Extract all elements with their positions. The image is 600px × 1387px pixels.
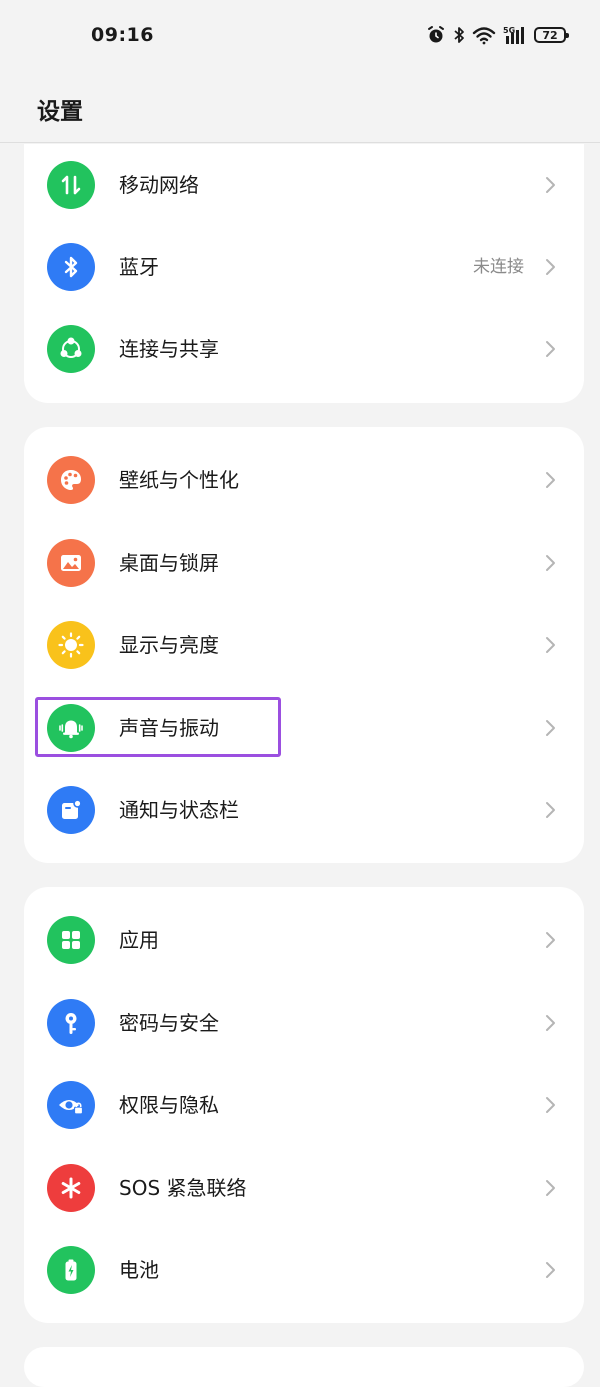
share-connect-icon xyxy=(47,325,95,373)
settings-item-label: 连接与共享 xyxy=(119,337,219,361)
settings-item-label: 电池 xyxy=(119,1258,159,1282)
cellular-signal-icon: 5G xyxy=(502,25,526,45)
palette-icon xyxy=(47,456,95,504)
settings-item-label: 显示与亮度 xyxy=(119,633,219,657)
settings-item-label: SOS 紧急联络 xyxy=(119,1176,247,1200)
settings-item-sos-contact[interactable]: SOS 紧急联络 xyxy=(24,1147,584,1229)
settings-group-more xyxy=(24,1347,584,1387)
settings-group-system: 应用 密码与安全 权限与隐私 SOS 紧急联络 电池 xyxy=(24,887,584,1323)
battery-indicator: 72 xyxy=(534,27,569,43)
chevron-right-icon xyxy=(546,720,555,736)
settings-item-wallpaper[interactable]: 壁纸与个性化 xyxy=(24,439,584,521)
mobile-data-icon xyxy=(47,161,95,209)
privacy-eye-icon xyxy=(47,1081,95,1129)
bluetooth-status-icon xyxy=(452,25,466,45)
chevron-right-icon xyxy=(546,341,555,357)
notification-icon xyxy=(47,786,95,834)
bluetooth-icon xyxy=(47,243,95,291)
battery-icon xyxy=(47,1246,95,1294)
highlight-annotation-box xyxy=(35,697,281,757)
sos-asterisk-icon xyxy=(47,1164,95,1212)
apps-grid-icon xyxy=(47,916,95,964)
settings-group-connectivity: 移动网络 蓝牙 未连接 连接与共享 xyxy=(24,144,584,403)
settings-item-connection-sharing[interactable]: 连接与共享 xyxy=(24,308,584,390)
chevron-right-icon xyxy=(546,932,555,948)
settings-item-label: 桌面与锁屏 xyxy=(119,551,219,575)
settings-item-label: 权限与隐私 xyxy=(119,1093,219,1117)
settings-item-mobile-network[interactable]: 移动网络 xyxy=(24,144,584,226)
settings-item-value: 未连接 xyxy=(473,257,524,277)
header: 设置 xyxy=(0,70,600,143)
settings-item-label: 蓝牙 xyxy=(119,255,159,279)
alarm-icon xyxy=(426,25,446,45)
chevron-right-icon xyxy=(546,259,555,275)
settings-item-label: 移动网络 xyxy=(119,173,199,197)
settings-group-personalization: 壁纸与个性化 桌面与锁屏 显示与亮度 声音与振动 通知与状态栏 xyxy=(24,427,584,863)
wifi-icon xyxy=(472,25,496,45)
chevron-right-icon xyxy=(546,1180,555,1196)
chevron-right-icon xyxy=(546,177,555,193)
page-title: 设置 xyxy=(37,99,83,125)
settings-item-password-security[interactable]: 密码与安全 xyxy=(24,982,584,1064)
chevron-right-icon xyxy=(546,637,555,653)
settings-item-notification-statusbar[interactable]: 通知与状态栏 xyxy=(24,769,584,851)
settings-item-label: 壁纸与个性化 xyxy=(119,468,239,492)
chevron-right-icon xyxy=(546,1262,555,1278)
settings-item-battery[interactable]: 电池 xyxy=(24,1229,584,1311)
settings-item-label: 密码与安全 xyxy=(119,1011,219,1035)
key-icon xyxy=(47,999,95,1047)
sun-icon xyxy=(47,621,95,669)
settings-item-label: 通知与状态栏 xyxy=(119,798,239,822)
status-time: 09:16 xyxy=(91,24,154,46)
picture-icon xyxy=(47,539,95,587)
battery-level: 72 xyxy=(542,28,558,42)
chevron-right-icon xyxy=(546,555,555,571)
settings-item-home-lock-screen[interactable]: 桌面与锁屏 xyxy=(24,522,584,604)
settings-item-display-brightness[interactable]: 显示与亮度 xyxy=(24,604,584,686)
chevron-right-icon xyxy=(546,1015,555,1031)
status-bar: 09:16 5G 72 xyxy=(0,0,600,70)
chevron-right-icon xyxy=(546,1097,555,1113)
settings-item-permissions-privacy[interactable]: 权限与隐私 xyxy=(24,1064,584,1146)
settings-item-label: 应用 xyxy=(119,928,159,952)
status-icons: 5G 72 xyxy=(426,22,569,48)
settings-item-apps[interactable]: 应用 xyxy=(24,899,584,981)
chevron-right-icon xyxy=(546,472,555,488)
chevron-right-icon xyxy=(546,802,555,818)
settings-item-bluetooth[interactable]: 蓝牙 未连接 xyxy=(24,226,584,308)
